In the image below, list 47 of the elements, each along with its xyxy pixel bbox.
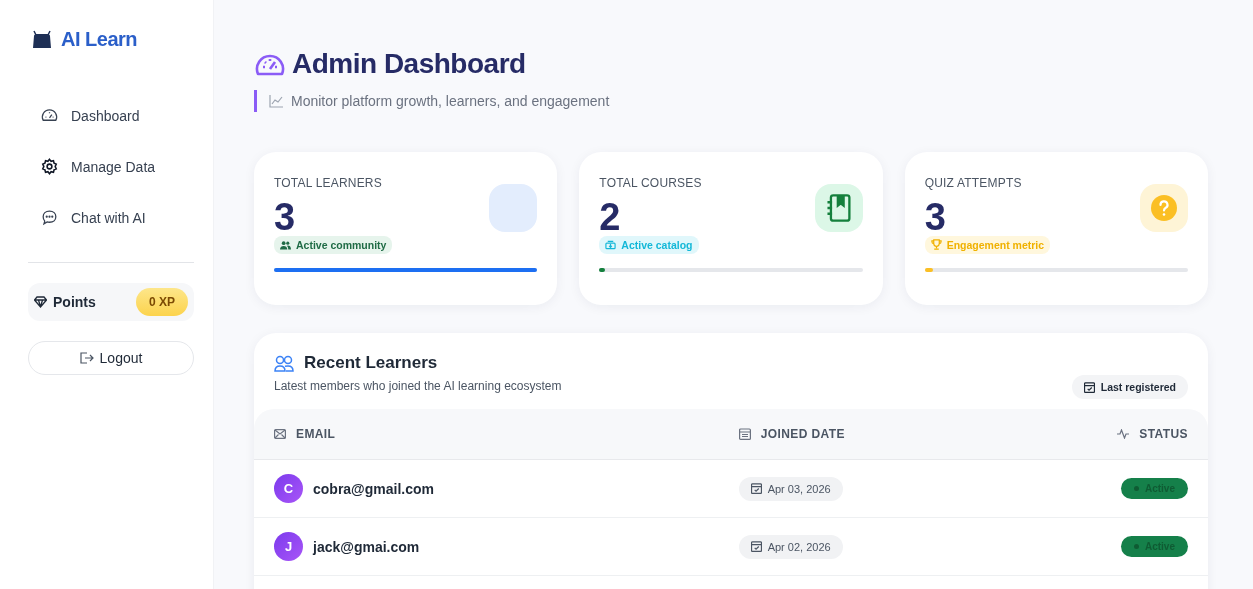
date-chip: Apr 02, 2026 (738, 534, 843, 559)
stat-badge: Active catalog (599, 236, 699, 254)
calendar-icon (750, 541, 762, 552)
question-icon (1150, 194, 1178, 222)
calendar-icon (750, 483, 762, 494)
stat-value: 3 (274, 198, 296, 236)
section-subtitle: Latest members who joined the AI learning ecosystem (274, 379, 562, 393)
settings-icon (40, 157, 59, 176)
pulse-icon (1117, 429, 1130, 439)
stat-label: TOTAL COURSES (599, 176, 703, 190)
stat-label: QUIZ ATTEMPTS (924, 176, 1023, 190)
stat-value: 3 (924, 198, 946, 236)
points-label: Points (53, 294, 96, 310)
email-cell: cobra@gmail.com (313, 480, 435, 497)
stat-value: 2 (599, 198, 621, 236)
trophy-icon (930, 239, 942, 250)
section-title: Recent Learners (304, 353, 438, 373)
column-header: EMAIL (296, 427, 336, 441)
logout-button[interactable]: Logout (28, 341, 194, 375)
nav-item[interactable]: Manage Data (28, 148, 193, 185)
chat-icon (40, 208, 59, 227)
mail-icon (274, 429, 286, 439)
column-header: STATUS (1139, 427, 1188, 441)
calendar-icon (1083, 381, 1095, 393)
avatar: C (274, 474, 303, 503)
line-chart-icon (269, 94, 283, 108)
stat-label: TOTAL LEARNERS (274, 176, 383, 190)
date-chip: Apr 03, 2026 (738, 476, 843, 501)
calendar-icon (738, 428, 751, 440)
page-subtitle: Monitor platform growth, learners, and engagement (291, 93, 610, 109)
column-header: JOINED DATE (760, 427, 845, 441)
stat-badge: Active community (274, 236, 393, 254)
logout-icon (79, 352, 94, 364)
users-icon (274, 354, 294, 372)
stat-badge: Engagement metric (924, 235, 1051, 254)
brand-name: AI Learn (61, 28, 138, 51)
last-registered-tag: Last registered (1071, 375, 1188, 399)
email-cell: jack@gmai.com (313, 538, 420, 555)
notebook-icon (824, 193, 853, 223)
nav-item[interactable]: Chat with AI (28, 199, 193, 236)
avatar: J (274, 532, 303, 561)
nav-item[interactable]: Dashboard (28, 97, 193, 134)
users-icon (280, 240, 291, 250)
icon-tile (489, 184, 538, 232)
xp-badge: 0 XP (136, 288, 188, 316)
page-title: Admin Dashboard (292, 48, 526, 80)
diamond-icon (34, 296, 47, 308)
